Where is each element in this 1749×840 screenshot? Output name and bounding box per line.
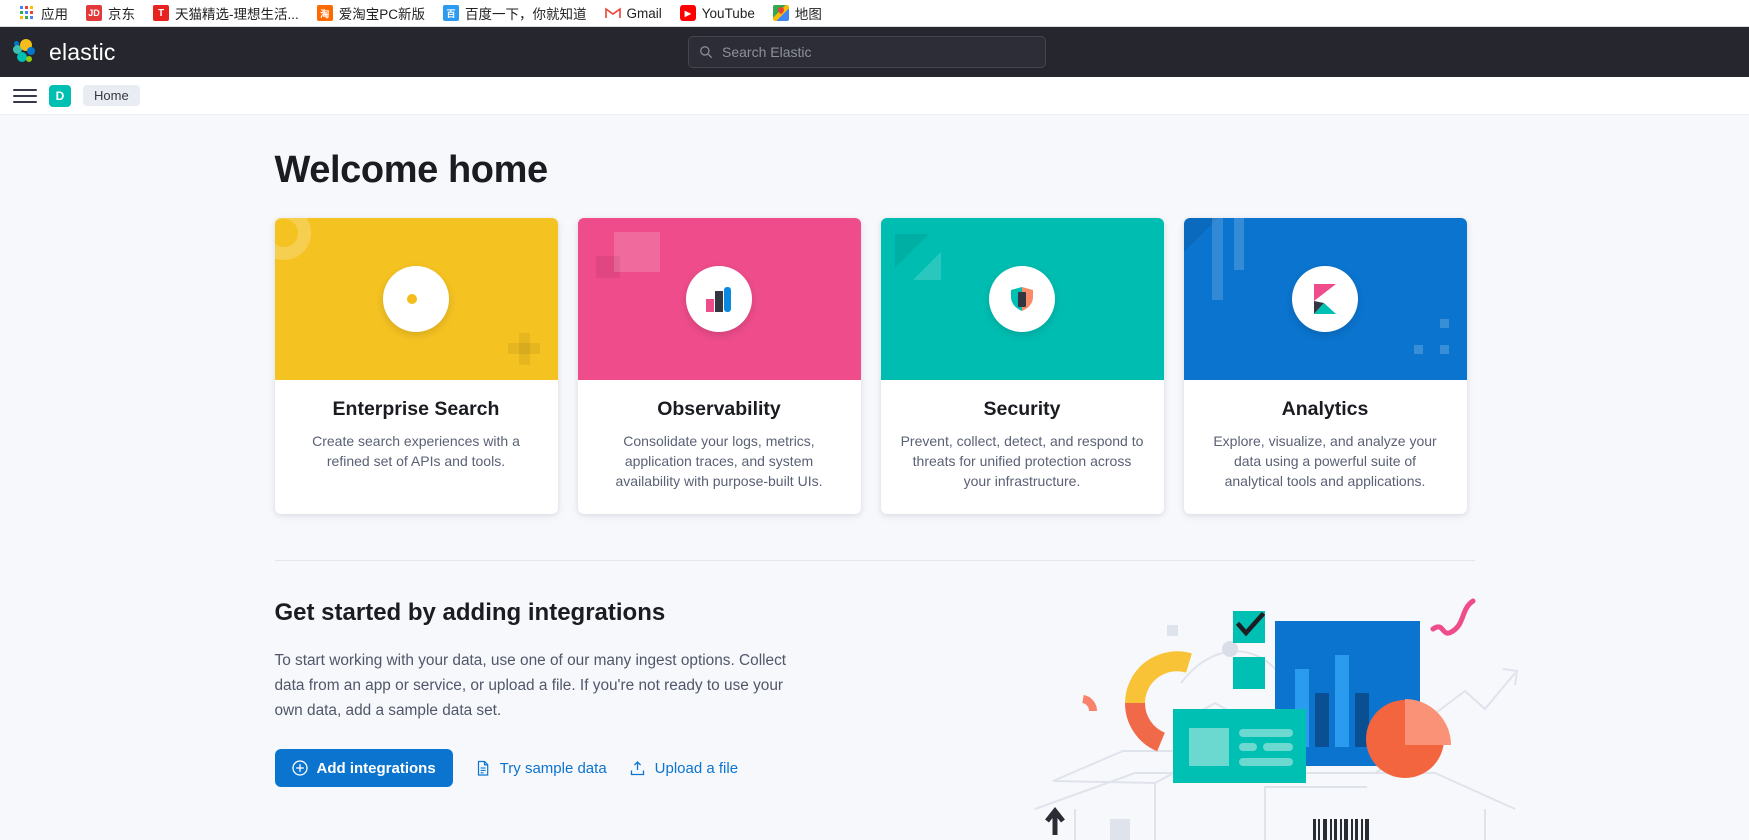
try-sample-data-link[interactable]: Try sample data <box>475 760 607 777</box>
observability-icon <box>686 266 752 332</box>
upload-file-label: Upload a file <box>654 759 739 777</box>
add-integrations-button[interactable]: Add integrations <box>274 749 453 788</box>
upload-file-link[interactable]: Upload a file <box>629 760 738 777</box>
tmall-icon: T <box>153 5 169 21</box>
card-hero <box>880 218 1164 380</box>
bookmark-youtube[interactable]: ▶ YouTube <box>671 2 764 24</box>
card-description: Consolidate your logs, metrics, applicat… <box>615 433 823 489</box>
bookmark-label: 应用 <box>41 7 68 22</box>
baidu-icon: 百 <box>443 5 460 21</box>
enterprise-search-icon <box>383 266 449 332</box>
card-security[interactable]: Security Prevent, collect, detect, and r… <box>880 218 1164 514</box>
card-body: Observability Consolidate your logs, met… <box>578 380 861 514</box>
card-description: Explore, visualize, and analyze your dat… <box>1213 433 1437 489</box>
browser-bookmark-bar: 应用 JD 京东 T 天猫精选-理想生活... 淘 爱淘宝PC新版 百 百度一下… <box>0 0 1749 27</box>
breadcrumb-bar: D Home <box>0 77 1749 115</box>
bookmark-label: 爱淘宝PC新版 <box>338 7 426 22</box>
try-sample-data-label: Try sample data <box>499 759 607 777</box>
card-hero <box>1183 218 1467 380</box>
global-search-box[interactable] <box>688 36 1046 68</box>
bookmark-label: 地图 <box>794 7 822 22</box>
card-hero <box>577 218 861 380</box>
card-analytics[interactable]: Analytics Explore, visualize, and analyz… <box>1183 218 1467 514</box>
card-body: Analytics Explore, visualize, and analyz… <box>1184 380 1467 514</box>
bookmark-taobao[interactable]: 淘 爱淘宝PC新版 <box>308 2 434 24</box>
upload-icon <box>630 761 644 776</box>
bookmark-tmall[interactable]: T 天猫精选-理想生活... <box>144 2 308 24</box>
get-started-section: Get started by adding integrations To st… <box>274 561 1518 840</box>
bookmark-label: 百度一下，你就知道 <box>465 7 587 22</box>
get-started-paragraph: To start working with your data, use one… <box>274 651 787 719</box>
home-page: Welcome home Enterprise Search Create se… <box>0 115 1749 840</box>
card-hero <box>274 218 558 380</box>
bookmark-jd[interactable]: JD 京东 <box>77 2 144 24</box>
menu-hamburger-icon[interactable] <box>13 84 37 108</box>
integrations-illustration <box>1015 551 1535 840</box>
search-input[interactable] <box>722 44 1035 60</box>
bookmark-label: 京东 <box>108 7 135 22</box>
decorative-ring <box>274 218 311 260</box>
jd-icon: JD <box>86 5 102 21</box>
card-body: Security Prevent, collect, detect, and r… <box>881 380 1164 514</box>
decorative-square <box>613 232 660 272</box>
bookmark-baidu[interactable]: 百 百度一下，你就知道 <box>434 2 596 24</box>
decorative-square <box>595 256 620 278</box>
decorative-bar <box>1211 218 1223 300</box>
youtube-icon: ▶ <box>679 5 696 21</box>
solution-cards: Enterprise Search Create search experien… <box>274 218 1475 514</box>
breadcrumb-home[interactable]: Home <box>83 85 140 106</box>
get-started-text-column: Get started by adding integrations To st… <box>274 598 875 788</box>
page-title: Welcome home <box>274 149 549 191</box>
card-description: Prevent, collect, detect, and respond to… <box>900 433 1144 489</box>
elastic-brand-link[interactable]: elastic <box>0 39 116 66</box>
document-icon <box>477 760 488 776</box>
bookmark-label: YouTube <box>701 5 755 21</box>
decorative-triangle <box>912 252 941 280</box>
bookmark-gmail[interactable]: Gmail <box>596 2 671 24</box>
gmail-icon <box>604 5 621 21</box>
bookmark-label: 天猫精选-理想生活... <box>175 7 299 22</box>
elastic-top-header: elastic <box>0 27 1749 77</box>
bookmark-maps[interactable]: 地图 <box>764 2 831 24</box>
card-title: Observability <box>657 398 781 420</box>
space-avatar[interactable]: D <box>49 84 71 107</box>
get-started-title: Get started by adding integrations <box>274 598 666 626</box>
get-started-actions: Add integrations Try sample data Upload … <box>274 749 875 788</box>
apps-grid-icon <box>19 5 35 21</box>
security-icon <box>989 266 1055 332</box>
card-body: Enterprise Search Create search experien… <box>275 380 558 514</box>
decorative-plus <box>518 333 530 365</box>
search-icon <box>700 46 713 59</box>
card-title: Enterprise Search <box>332 398 500 420</box>
decorative-dot <box>1439 345 1449 354</box>
card-description: Create search experiences with a refined… <box>312 433 520 469</box>
decorative-dot <box>1439 319 1449 328</box>
bookmark-apps[interactable]: 应用 <box>10 2 77 24</box>
kibana-analytics-icon <box>1292 266 1358 332</box>
elastic-logo-icon <box>13 39 39 65</box>
card-observability[interactable]: Observability Consolidate your logs, met… <box>577 218 861 514</box>
decorative-dot <box>1413 345 1423 354</box>
card-title: Analytics <box>1281 398 1369 420</box>
card-title: Security <box>983 398 1061 420</box>
card-enterprise-search[interactable]: Enterprise Search Create search experien… <box>274 218 558 514</box>
plus-circle-icon <box>291 760 308 777</box>
brand-name: elastic <box>49 38 116 65</box>
taobao-icon: 淘 <box>316 5 333 21</box>
add-integrations-label: Add integrations <box>316 759 436 777</box>
decorative-bar <box>1233 218 1244 270</box>
bookmark-label: Gmail <box>626 5 662 21</box>
google-maps-icon <box>772 5 789 21</box>
